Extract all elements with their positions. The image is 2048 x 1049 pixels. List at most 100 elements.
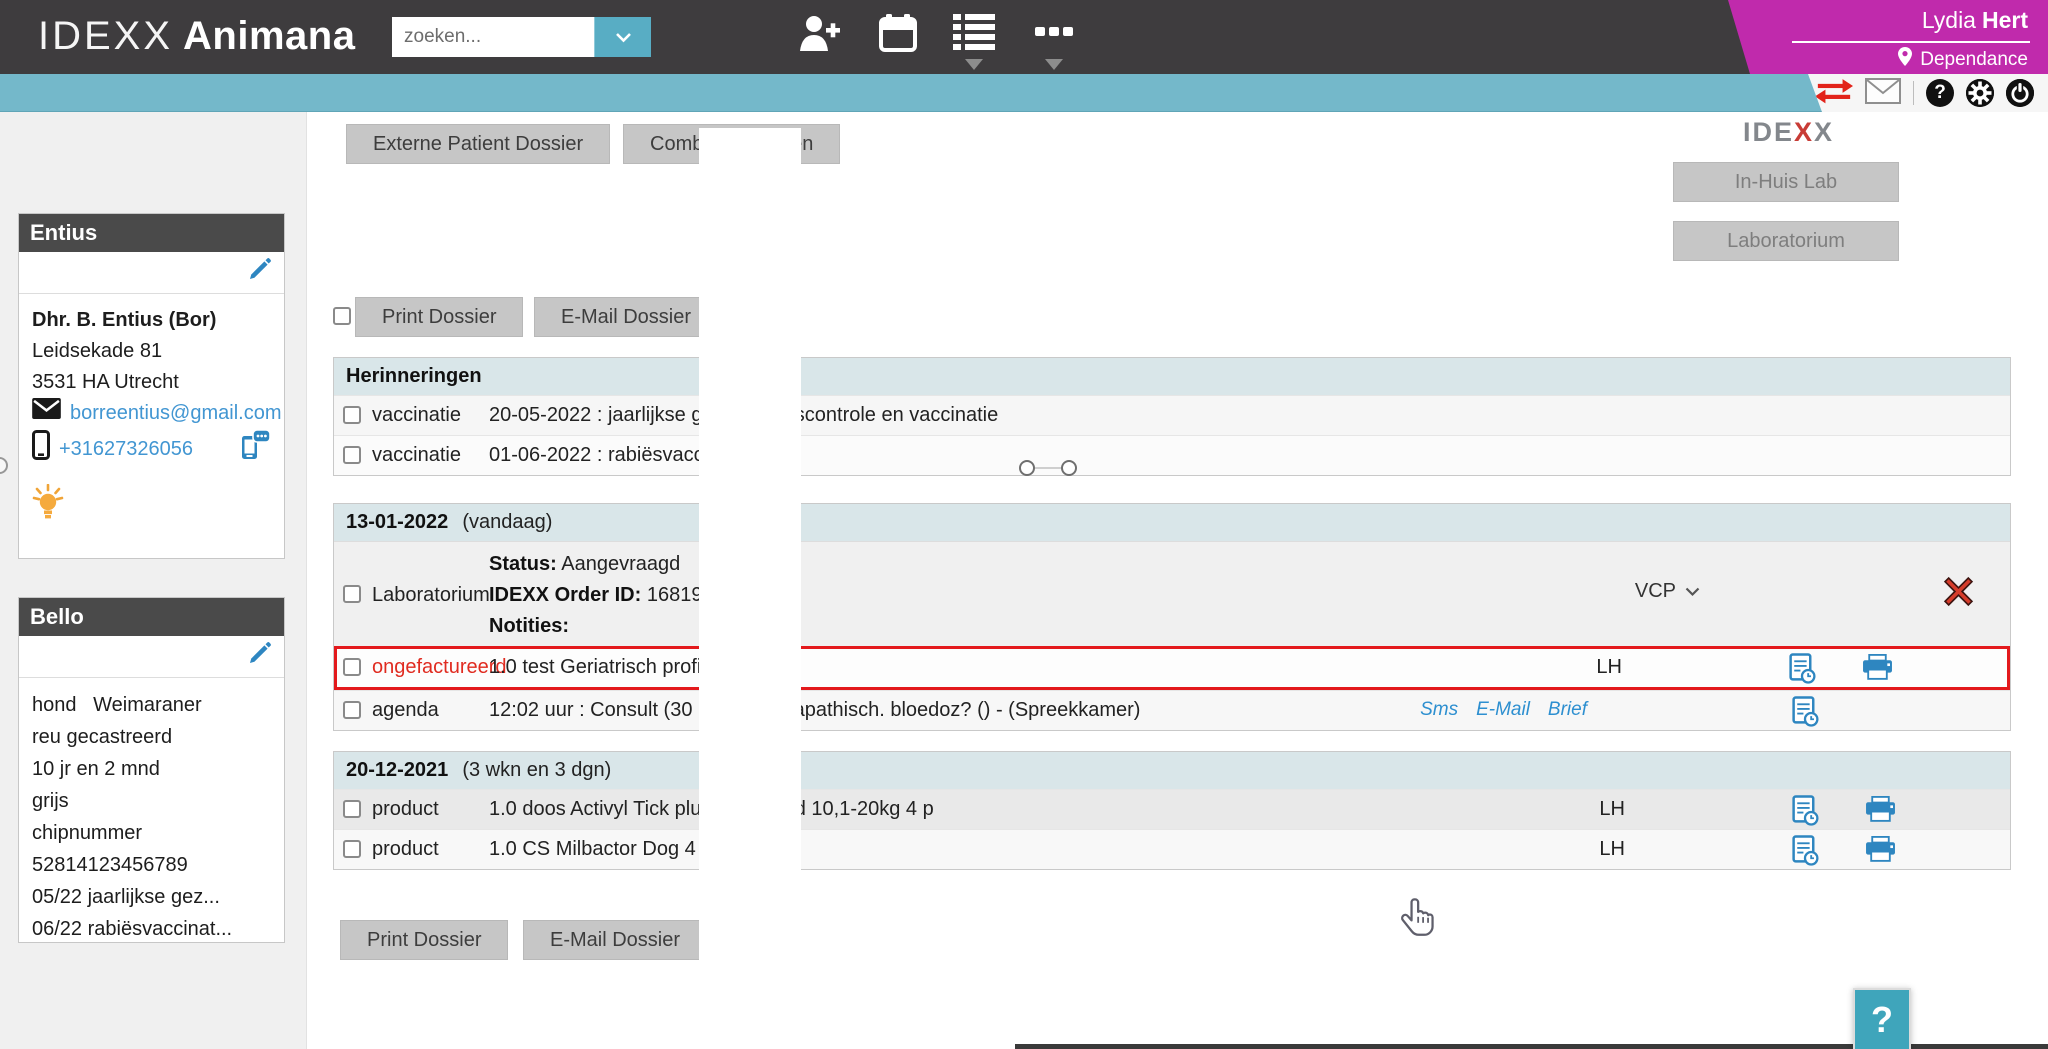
edit-patient-icon[interactable]: [248, 652, 272, 669]
sub-header-bar: [0, 74, 2048, 112]
patient-card-toolbar: [19, 636, 284, 678]
patient-card-title: Bello: [19, 598, 284, 636]
list-icon: [953, 13, 995, 56]
row-description: 1.0 test Geriatrisch profiel: [489, 656, 717, 679]
patient-card: Bello hond Weimaraner reu gecastreerd 10…: [18, 597, 285, 943]
more-menu-button[interactable]: [1032, 13, 1076, 70]
user-name[interactable]: LydiaHert: [1922, 7, 2028, 34]
vcp-label: VCP: [1635, 580, 1676, 603]
worklist-button[interactable]: [952, 13, 996, 70]
more-caret-icon: [1045, 59, 1063, 70]
edit-client-icon[interactable]: [248, 268, 272, 285]
reminders-table: Herinneringen vaccinatie 20-05-2022 : ja…: [333, 357, 2011, 476]
product-row[interactable]: product 1.0 doos Activyl Tick plus gem.h…: [334, 789, 2010, 829]
reminder-type: vaccinatie: [372, 404, 461, 427]
row-checkbox[interactable]: [343, 840, 361, 858]
client-card-title: Entius: [19, 214, 284, 252]
help-icon[interactable]: ?: [1926, 79, 1954, 107]
mail-icon[interactable]: [1865, 78, 1901, 109]
swap-arrows-icon[interactable]: [1815, 78, 1853, 109]
agenda-links: Sms E-Mail Brief: [1420, 699, 1587, 721]
patient-reminder-1: 05/22 jaarlijkse gez...: [32, 881, 271, 913]
gear-icon[interactable]: [1966, 79, 1994, 107]
delete-x-icon[interactable]: [1943, 576, 1974, 612]
list-caret-icon: [965, 59, 983, 70]
add-person-icon: [799, 13, 841, 58]
agenda-row[interactable]: agenda 12:02 uur : Consult (30 minuten) …: [334, 690, 2010, 730]
row-type: product: [372, 798, 439, 821]
help-fab-button[interactable]: ?: [1853, 988, 1911, 1049]
power-icon[interactable]: [2006, 79, 2034, 107]
email-dossier-button-top[interactable]: E-Mail Dossier: [534, 297, 718, 337]
search-client-label: Client: [737, 586, 788, 609]
brief-link[interactable]: Brief: [1548, 699, 1587, 721]
laboratorium-button[interactable]: Laboratorium: [1673, 221, 1899, 261]
print-dossier-button-bottom[interactable]: Print Dossier: [340, 920, 508, 960]
row-checkbox[interactable]: [343, 406, 361, 424]
row-checkbox[interactable]: [343, 585, 361, 603]
mobile-phone-icon: [32, 430, 50, 470]
history-doc-icon[interactable]: [1792, 835, 1819, 871]
search-input[interactable]: [392, 17, 594, 57]
row-type: ongefactureerd: [372, 656, 507, 679]
divider-drag-handles[interactable]: [1019, 460, 1085, 477]
vcp-dropdown[interactable]: VCP: [1635, 580, 1700, 603]
search-type-dropdown[interactable]: [594, 17, 651, 57]
reminder-row[interactable]: vaccinatie 01-06-2022 : rabiësvaccinatie: [334, 435, 2010, 475]
sidebar-collapse-handle[interactable]: [0, 457, 8, 474]
history-doc-icon[interactable]: [1789, 653, 1816, 689]
email-link[interactable]: E-Mail: [1476, 699, 1530, 721]
client-phone-link[interactable]: +31627326056: [59, 434, 193, 465]
ellipsis-icon: [1033, 13, 1075, 56]
unbilled-row-highlighted[interactable]: ongefactureerd 1.0 test Geriatrisch prof…: [334, 646, 2010, 690]
in-huis-lab-button[interactable]: In-Huis Lab: [1673, 162, 1899, 202]
patient-sex: reu gecastreerd: [32, 721, 271, 753]
drag-handle-left[interactable]: [1019, 460, 1035, 476]
patient-age: 10 jr en 2 mnd: [32, 753, 271, 785]
client-address-line1: Leidsekade 81: [32, 336, 271, 367]
global-search: Client: [392, 17, 651, 57]
row-checkbox[interactable]: [343, 800, 361, 818]
externe-patient-dossier-button[interactable]: Externe Patient Dossier: [346, 124, 610, 164]
product-row[interactable]: product 1.0 CS Milbactor Dog 4 tabletten…: [334, 829, 2010, 869]
row-checkbox[interactable]: [343, 658, 361, 676]
client-email-link[interactable]: borreentius@gmail.com: [70, 398, 282, 429]
lightbulb-icon[interactable]: [32, 503, 64, 525]
history-doc-icon[interactable]: [1792, 696, 1819, 732]
location-label: Dependance: [1920, 49, 2028, 71]
client-address-line2: 3531 HA Utrecht: [32, 367, 271, 398]
patient-species-breed: hond Weimaraner: [32, 689, 271, 721]
row-type: Laboratorium: [372, 584, 490, 607]
row-checkbox[interactable]: [343, 701, 361, 719]
section-date-header: 20-12-2021 (3 wkn en 3 dgn): [334, 752, 2010, 789]
location-pin-icon: [1898, 47, 1912, 72]
laboratorium-row[interactable]: Laboratorium Status: Aangevraagd IDEXX O…: [334, 541, 2010, 646]
section-date: 13-01-2022: [346, 511, 448, 534]
chevron-down-icon: [1685, 587, 1700, 597]
calendar-icon: [878, 13, 918, 58]
select-all-checkbox[interactable]: [333, 307, 351, 325]
row-initials: LH: [1596, 656, 1622, 679]
print-icon[interactable]: [1865, 836, 1896, 868]
patient-reminder-2: 06/22 rabiësvaccinat...: [32, 913, 271, 945]
email-dossier-button-bottom[interactable]: E-Mail Dossier: [523, 920, 707, 960]
history-doc-icon[interactable]: [1792, 795, 1819, 831]
add-client-button[interactable]: [798, 13, 842, 58]
search-client-button[interactable]: Client: [699, 128, 801, 1049]
logo-animana: Animana: [183, 14, 355, 58]
row-type: agenda: [372, 699, 439, 722]
reminder-row[interactable]: vaccinatie 20-05-2022 : jaarlijkse gezon…: [334, 395, 2010, 435]
print-icon[interactable]: [1865, 796, 1896, 828]
print-icon[interactable]: [1862, 654, 1893, 686]
row-checkbox[interactable]: [343, 446, 361, 464]
animana-app: IDEXXAnimana Client LydiaHert: [0, 0, 2048, 1049]
notes-label: Notities:: [489, 615, 569, 637]
app-logo[interactable]: IDEXXAnimana: [38, 14, 355, 59]
location-selector[interactable]: Dependance: [1898, 47, 2028, 72]
agenda-button[interactable]: [876, 13, 920, 58]
sms-icon[interactable]: [240, 429, 271, 470]
drag-handle-right[interactable]: [1061, 460, 1077, 476]
print-dossier-button-top[interactable]: Print Dossier: [355, 297, 523, 337]
sms-link[interactable]: Sms: [1420, 699, 1458, 721]
status-value: Aangevraagd: [561, 553, 680, 575]
